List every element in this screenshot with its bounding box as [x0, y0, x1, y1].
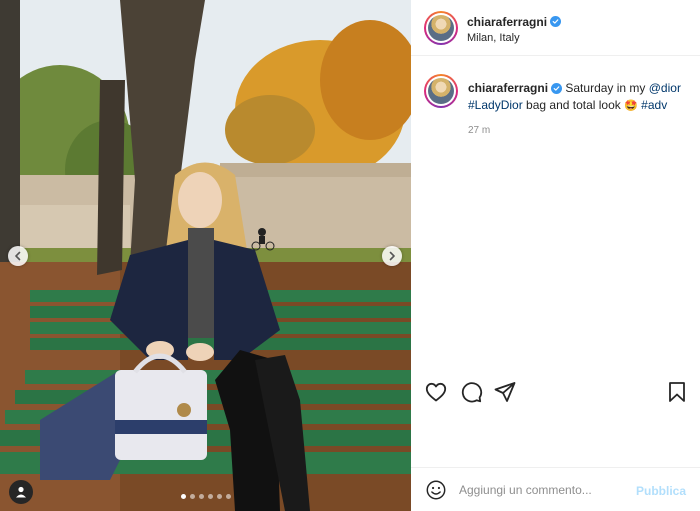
comment-icon[interactable]	[459, 380, 483, 404]
post-header: chiaraferragni Milan, Italy	[411, 0, 700, 56]
post-photo[interactable]	[0, 0, 411, 511]
post-details-panel: chiaraferragni Milan, Italy chiaraferrag…	[411, 0, 700, 511]
paper-plane-icon[interactable]	[493, 380, 517, 404]
chevron-left-icon	[15, 251, 21, 261]
caption-avatar[interactable]	[424, 74, 458, 108]
avatar[interactable]	[424, 11, 458, 45]
hashtag-link[interactable]: #adv	[641, 98, 667, 112]
carousel-next-button[interactable]	[382, 246, 402, 266]
star-struck-emoji: 🤩	[624, 100, 638, 112]
photo-scene	[0, 0, 411, 511]
caption-text: chiaraferragni Saturday in my @dior #Lad…	[468, 80, 693, 115]
publish-button[interactable]: Pubblica	[636, 484, 686, 498]
location-link[interactable]: Milan, Italy	[467, 32, 520, 44]
carousel-dot	[207, 494, 213, 499]
username-link[interactable]: chiaraferragni	[467, 15, 547, 29]
mention-link[interactable]: @dior	[649, 81, 681, 95]
smiley-icon[interactable]	[425, 479, 447, 501]
carousel-dots	[0, 494, 411, 499]
carousel-dot	[198, 494, 204, 499]
comment-input[interactable]	[459, 480, 629, 500]
carousel-dot	[189, 494, 195, 499]
caption-text-part: bag and total look	[522, 98, 625, 112]
hashtag-link[interactable]: #LadyDior	[468, 98, 523, 112]
chevron-right-icon	[389, 251, 395, 261]
tagged-users-button[interactable]	[9, 480, 33, 504]
carousel-dot	[225, 494, 231, 499]
carousel-dot	[180, 494, 186, 499]
action-bar	[411, 378, 700, 406]
heart-icon[interactable]	[424, 380, 448, 404]
carousel-prev-button[interactable]	[8, 246, 28, 266]
bookmark-icon[interactable]	[665, 380, 689, 404]
post-time[interactable]: 27 m	[468, 125, 490, 136]
verified-badge-icon	[550, 16, 562, 28]
caption-text-part: Saturday in my	[562, 81, 649, 95]
verified-badge-icon	[551, 83, 563, 95]
caption-username-link[interactable]: chiaraferragni	[468, 81, 548, 95]
comment-bar: Pubblica	[411, 467, 700, 511]
carousel-dot	[216, 494, 222, 499]
